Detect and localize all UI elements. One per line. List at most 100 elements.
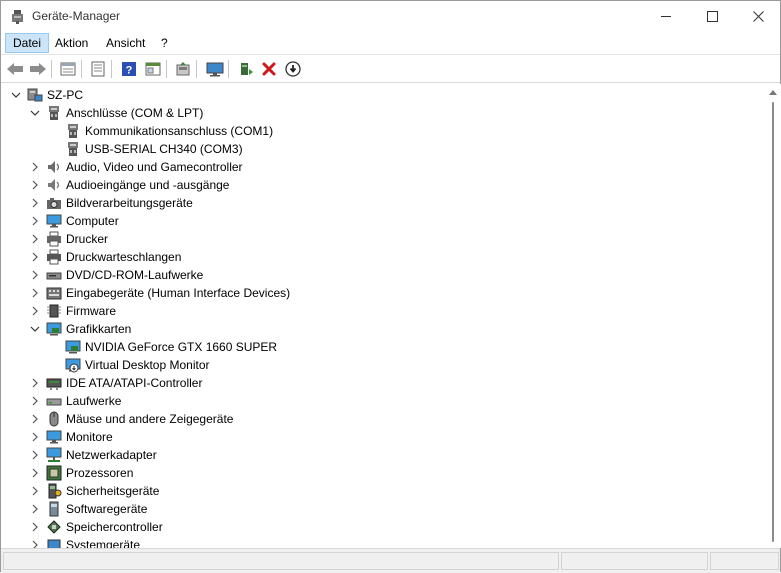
tree-node-label: USB-SERIAL CH340 (COM3) [85,142,243,156]
tree-node-label: IDE ATA/ATAPI-Controller [66,376,203,390]
chevron-right-icon[interactable] [29,251,41,263]
chevron-down-icon[interactable] [10,89,22,101]
port-connector-icon [68,142,78,156]
device-manager-icon [10,9,25,24]
chevron-right-icon[interactable] [29,539,41,548]
tree-node-label: Computer [66,214,119,228]
back-arrow-icon [7,63,23,75]
display-adapter-icon [65,340,81,354]
display-adapter-disabled-icon [65,358,81,373]
toolbar-separator [51,60,52,78]
scroll-up-icon[interactable] [769,89,777,95]
tree-node-label: NVIDIA GeForce GTX 1660 SUPER [85,340,278,354]
tree-node-label: Virtual Desktop Monitor [85,358,210,372]
chevron-down-icon[interactable] [29,323,41,335]
chevron-right-icon[interactable] [29,467,41,479]
tree-node-label: Audio, Video und Gamecontroller [66,160,243,174]
minimize-button[interactable] [643,1,689,32]
speaker-icon [48,179,60,191]
monitor-icon [46,214,62,228]
disable-device-button[interactable] [283,59,303,79]
toolbar-separator [228,60,229,78]
chevron-right-icon[interactable] [29,233,41,245]
chevron-right-icon[interactable] [29,431,41,443]
chevron-right-icon[interactable] [29,287,41,299]
hard-drive-icon [46,398,62,406]
tree-node-label: Monitore [66,430,113,444]
chevron-right-icon[interactable] [29,215,41,227]
forward-arrow-icon [30,63,46,75]
camera-icon [47,198,61,209]
chevron-right-icon[interactable] [29,413,41,425]
chevron-right-icon[interactable] [29,485,41,497]
scan-hardware-button[interactable] [173,59,193,79]
chevron-down-icon[interactable] [29,107,41,119]
scrollbar-thumb[interactable] [772,102,774,542]
details-view-button[interactable] [58,59,78,79]
tree-node-label: Bildverarbeitungsgeräte [66,196,193,210]
delete-icon [262,62,276,76]
toolbar-separator [111,60,112,78]
tree-node-label: Firmware [66,304,116,318]
tree-node-label: Eingabegeräte (Human Interface Devices) [66,286,291,300]
chevron-right-icon[interactable] [29,161,41,173]
status-segment [710,552,779,570]
back-button[interactable] [5,59,25,79]
storage-controller-icon [47,520,61,534]
monitor-icon [206,62,224,77]
help-button[interactable]: ? [119,59,139,79]
properties-button[interactable] [88,59,108,79]
uninstall-device-button[interactable] [259,59,279,79]
properties-icon [91,61,105,77]
toolbar-separator [196,60,197,78]
vertical-scrollbar[interactable] [765,84,781,548]
chevron-right-icon[interactable] [29,269,41,281]
forward-button[interactable] [28,59,48,79]
security-device-icon [48,483,62,499]
chevron-right-icon[interactable] [29,377,41,389]
window-title: Geräte-Manager [32,9,121,23]
chip-icon [47,304,61,318]
chevron-right-icon[interactable] [29,449,41,461]
chevron-right-icon[interactable] [29,503,41,515]
optical-drive-icon [46,272,62,280]
toolbar: ? [1,55,780,83]
menu-aktion[interactable]: Aktion [48,33,95,53]
minimize-icon [660,16,671,17]
update-driver-icon [241,63,253,75]
tree-node-label: Speichercontroller [66,520,163,534]
show-hidden-button[interactable] [143,59,163,79]
chevron-right-icon[interactable] [29,197,41,209]
processor-icon [46,465,62,481]
maximize-button[interactable] [689,1,735,32]
chevron-right-icon[interactable] [29,521,41,533]
tree-node-label: Audioeingänge und -ausgänge [66,178,230,192]
update-driver-monitor-button[interactable] [205,59,225,79]
computer-tower-icon [27,88,43,102]
menu-datei[interactable]: Datei [5,33,50,53]
tree-node-label: Druckwarteschlangen [66,250,182,264]
scan-hardware-icon [176,62,190,76]
software-device-icon [49,501,59,517]
tree-node-label: Grafikkarten [66,322,132,336]
chevron-right-icon[interactable] [29,395,41,407]
tree-node-label: Netzwerkadapter [66,448,157,462]
close-button[interactable] [735,1,781,32]
tree-node-label: Systemgeräte [66,538,141,548]
update-driver-button[interactable] [236,59,256,79]
tree-node-label: Drucker [66,232,109,246]
tree-node-label: DVD/CD-ROM-Laufwerke [66,268,204,282]
menu-help[interactable]: ? [154,33,175,53]
menu-ansicht[interactable]: Ansicht [99,33,152,53]
status-segment [561,552,708,570]
maximize-icon [706,11,718,22]
display-adapter-icon [46,322,62,336]
close-icon [752,11,764,22]
tree-node-label: Prozessoren [66,466,134,480]
chevron-right-icon[interactable] [29,305,41,317]
device-tree[interactable]: SZ-PC Anschlüsse (COM & LPT) Kommunikati… [2,84,765,548]
chevron-right-icon[interactable] [29,179,41,191]
svg-text:?: ? [126,65,133,77]
tree-node-label: Kommunikationsanschluss (COM1) [85,124,274,138]
menu-bar: Datei Aktion Ansicht ? [1,32,780,55]
